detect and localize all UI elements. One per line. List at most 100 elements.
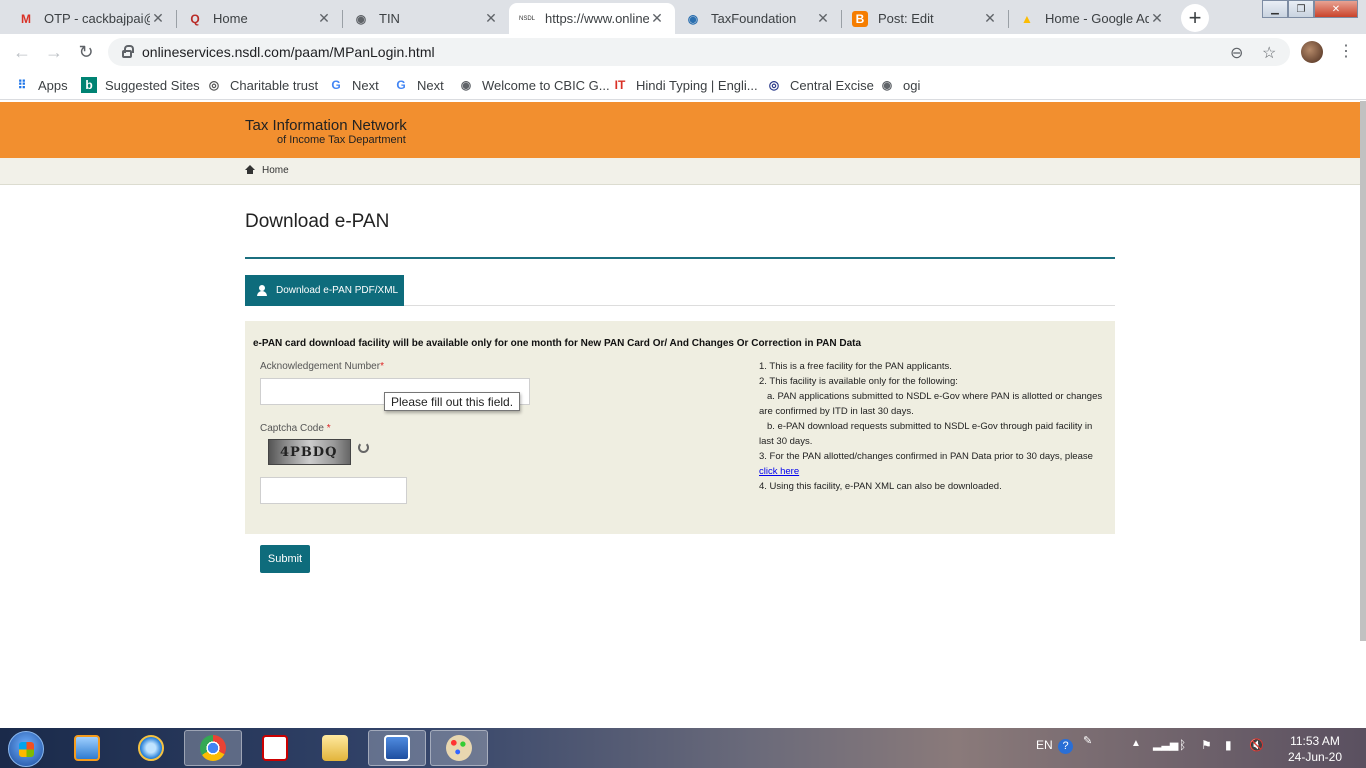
language-indicator[interactable]: EN — [1036, 738, 1053, 752]
browser-tab-tin[interactable]: ◉ TIN ✕ — [343, 3, 509, 34]
word-icon — [384, 735, 410, 761]
bluetooth-icon[interactable]: ᛒ — [1179, 738, 1186, 752]
apps-grid-icon: ⠿ — [17, 78, 27, 92]
taskbar-media-player[interactable] — [58, 730, 116, 766]
click-here-link[interactable]: click here — [759, 466, 799, 477]
bookmark-label: Central Excise — [790, 77, 874, 93]
bookmark-ogi[interactable]: ◉ ogi — [879, 76, 921, 94]
volume-muted-icon[interactable]: 🔇 — [1249, 738, 1264, 752]
submit-button[interactable]: Submit — [260, 545, 310, 573]
paint-palette-icon — [446, 735, 472, 761]
tab-title: Post: Edit — [878, 11, 934, 26]
action-center-flag-icon[interactable]: ⚑ — [1201, 738, 1212, 752]
bookmark-label: Welcome to CBIC G... — [482, 77, 610, 93]
epan-form-panel: e-PAN card download facility will be ava… — [245, 321, 1115, 534]
taskbar-acrobat[interactable] — [246, 730, 304, 766]
browser-tab-strip: M OTP - cackbajpai@ ✕ Q Home ✕ ◉ TIN ✕ N… — [0, 0, 1366, 34]
chrome-icon — [200, 735, 226, 761]
close-window-button[interactable]: ✕ — [1314, 0, 1358, 18]
tab-divider — [404, 305, 1115, 306]
windows-taskbar: EN ? ✎ ▲ ▂▃▅ ᛒ ⚑ ▮ 🔇 11:53 AM 24-Jun-20 — [0, 728, 1366, 768]
minimize-window-button[interactable]: ▁ — [1262, 0, 1288, 18]
new-tab-button[interactable]: + — [1181, 4, 1209, 32]
folder-icon — [322, 735, 348, 761]
refresh-captcha-icon[interactable] — [358, 442, 369, 453]
taskbar-explorer[interactable] — [306, 730, 364, 766]
reload-icon[interactable]: ↻ — [75, 41, 97, 63]
close-tab-icon[interactable]: ✕ — [150, 10, 166, 27]
tab-label: Download e-PAN PDF/XML — [276, 285, 399, 296]
home-icon[interactable] — [245, 165, 255, 175]
bookmark-label: Suggested Sites — [105, 77, 200, 93]
site-logo-title[interactable]: Tax Information Network — [245, 117, 407, 134]
bookmark-hindi-typing[interactable]: IT Hindi Typing | Engli... — [612, 76, 758, 94]
captcha-image: 4PBDQ — [268, 439, 351, 465]
help-icon[interactable]: ? — [1058, 739, 1073, 754]
system-clock[interactable]: 11:53 AM 24-Jun-20 — [1282, 733, 1348, 765]
tab-download-epan-pdf-xml[interactable]: Download e-PAN PDF/XML — [245, 275, 404, 306]
nsdl-icon: NSDL — [519, 15, 536, 22]
quora-icon: Q — [190, 11, 200, 26]
bookmark-charitable-trust[interactable]: ◎ Charitable trust — [206, 76, 318, 94]
maximize-window-button[interactable]: ❐ — [1288, 0, 1314, 18]
instructions-list: 1. This is a free facility for the PAN a… — [759, 359, 1105, 494]
zoom-icon[interactable]: ⊖ — [1230, 43, 1243, 63]
bookmark-cbic[interactable]: ◉ Welcome to CBIC G... — [458, 76, 610, 94]
close-tab-icon[interactable]: ✕ — [982, 10, 998, 27]
browser-tab-quora[interactable]: Q Home ✕ — [177, 3, 342, 34]
captcha-label: Captcha Code * — [260, 423, 331, 434]
browser-tab-blogger[interactable]: B Post: Edit ✕ — [842, 3, 1008, 34]
pen-input-icon[interactable]: ✎ — [1083, 734, 1092, 747]
close-tab-icon[interactable]: ✕ — [815, 10, 831, 27]
browser-tab-google-ads[interactable]: ▲ Home - Google Ad ✕ — [1009, 3, 1175, 34]
tab-title: TaxFoundation — [711, 11, 797, 26]
instruction-1: 1. This is a free facility for the PAN a… — [759, 361, 952, 372]
profile-avatar[interactable] — [1301, 41, 1323, 63]
clock-date: 24-Jun-20 — [1287, 750, 1343, 764]
bookmark-next-2[interactable]: G Next — [393, 76, 444, 94]
globe-icon: ◉ — [881, 78, 893, 92]
required-mark: * — [326, 423, 331, 434]
bookmark-central-excise[interactable]: ◎ Central Excise — [766, 76, 874, 94]
forward-arrow-icon[interactable]: → — [43, 41, 65, 63]
page-title: Download e-PAN — [245, 211, 390, 232]
show-hidden-icons-icon[interactable]: ▲ — [1131, 738, 1141, 749]
taskbar-paint[interactable] — [430, 730, 488, 766]
close-tab-icon[interactable]: ✕ — [483, 10, 499, 27]
bookmark-label: Next — [417, 77, 444, 93]
start-button[interactable] — [8, 731, 44, 767]
globe-icon: ◉ — [355, 11, 367, 26]
lock-icon — [122, 45, 134, 58]
globe-icon: ◉ — [460, 78, 472, 92]
close-tab-icon[interactable]: ✕ — [316, 10, 332, 27]
taskbar-chrome[interactable] — [184, 730, 242, 766]
title-divider — [245, 257, 1115, 259]
taskbar-word[interactable] — [368, 730, 426, 766]
tab-title: Home — [213, 11, 248, 26]
browser-tab-nsdl-active[interactable]: NSDL https://www.online ✕ — [509, 3, 675, 34]
captcha-input[interactable] — [260, 477, 407, 504]
browser-tab-gmail[interactable]: M OTP - cackbajpai@ ✕ — [8, 3, 176, 34]
bookmark-next-1[interactable]: G Next — [328, 76, 379, 94]
browser-tab-taxfoundation[interactable]: ◉ TaxFoundation ✕ — [675, 3, 841, 34]
instruction-4: 4. Using this facility, e-PAN XML can al… — [759, 481, 1002, 492]
bookmark-apps[interactable]: ⠿ Apps — [14, 76, 68, 94]
address-bar[interactable]: onlineservices.nsdl.com/paam/MPanLogin.h… — [108, 38, 1290, 66]
bookmark-star-icon[interactable]: ☆ — [1262, 43, 1276, 63]
network-signal-icon[interactable]: ▂▃▅ — [1153, 738, 1178, 751]
site-header: Tax Information Network of Income Tax De… — [0, 102, 1360, 158]
web-page: Tax Information Network of Income Tax De… — [0, 101, 1360, 728]
back-arrow-icon[interactable]: ← — [11, 41, 33, 63]
chrome-menu-icon[interactable]: ⋮ — [1338, 41, 1354, 61]
breadcrumb-home-link[interactable]: Home — [262, 165, 289, 176]
taskbar-internet-explorer[interactable] — [122, 730, 180, 766]
globe-icon: ◉ — [687, 11, 699, 26]
close-tab-icon[interactable]: ✕ — [1149, 10, 1165, 27]
bookmark-suggested-sites[interactable]: b Suggested Sites — [81, 76, 200, 94]
close-tab-icon[interactable]: ✕ — [649, 10, 665, 27]
page-scrollbar[interactable] — [1360, 101, 1366, 641]
browser-toolbar: ← → ↻ onlineservices.nsdl.com/paam/MPanL… — [0, 34, 1366, 70]
user-icon — [256, 284, 268, 297]
battery-icon[interactable]: ▮ — [1225, 738, 1232, 752]
bookmark-label: Next — [352, 77, 379, 93]
